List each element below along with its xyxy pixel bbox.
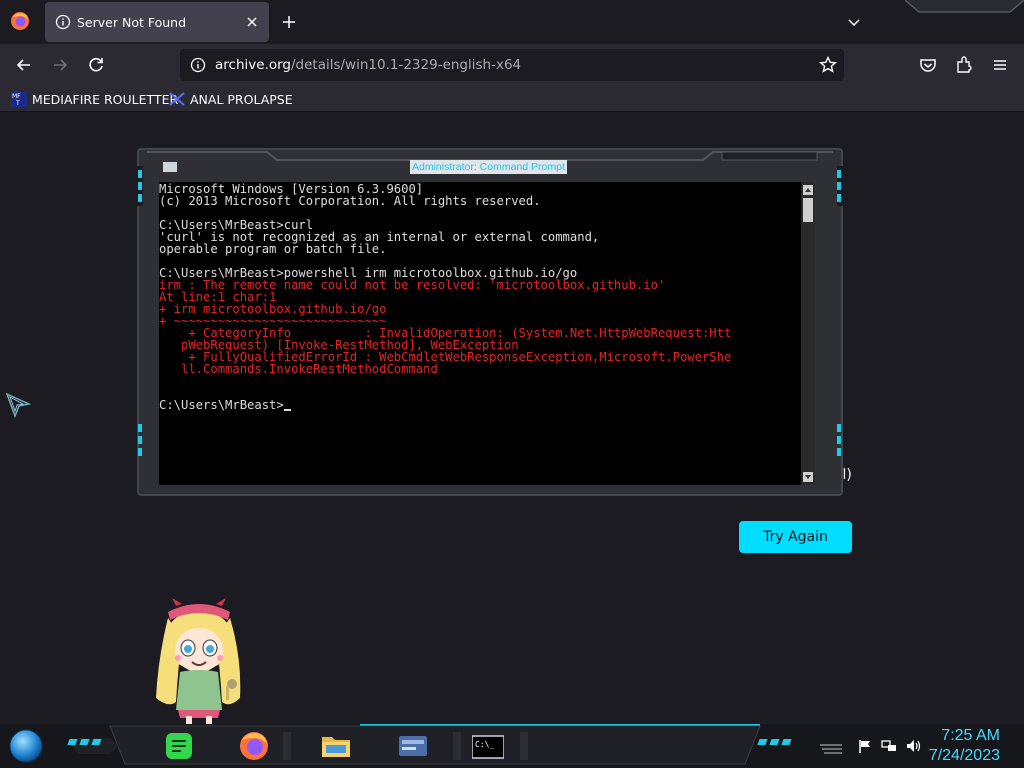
bookmark-label: ANAL PROLAPSE	[190, 91, 293, 107]
chevron-down-icon[interactable]	[845, 13, 863, 31]
clock-time: 7:25 AM	[941, 727, 1000, 744]
text-cursor	[283, 409, 291, 411]
control-panel-icon[interactable]	[397, 730, 429, 762]
firefox-icon[interactable]	[238, 730, 270, 762]
site-info-icon[interactable]	[190, 57, 206, 73]
notes-app-icon[interactable]	[163, 730, 195, 762]
scroll-down-arrow-icon[interactable]	[803, 472, 813, 482]
mediafire-icon: MF T	[11, 91, 27, 107]
svg-text:MF: MF	[12, 93, 21, 100]
url-host: archive.org	[215, 57, 291, 73]
scroll-up-arrow-icon[interactable]	[803, 185, 813, 195]
file-explorer-icon[interactable]	[320, 730, 352, 762]
console-prompt: C:\Users\MrBeast>	[159, 398, 284, 412]
titlebar-decoration	[905, 0, 1024, 13]
info-icon	[55, 14, 71, 30]
firefox-logo-icon[interactable]	[10, 11, 30, 31]
console-text: Microsoft Windows [Version 6.3.9600] (c) …	[159, 183, 731, 411]
tab-strip: Server Not Found	[0, 0, 1024, 44]
start-orb-icon[interactable]	[9, 729, 43, 763]
tab-title: Server Not Found	[77, 15, 187, 30]
close-icon[interactable]	[243, 13, 261, 31]
bookmark-second[interactable]: ANAL PROLAPSE	[169, 90, 293, 108]
bookmark-star-icon[interactable]	[818, 55, 838, 75]
navigation-toolbar: archive.org/details/win10.1-2329-english…	[0, 44, 1024, 86]
try-again-button[interactable]: Try Again	[739, 521, 852, 553]
svg-text:T: T	[15, 100, 20, 107]
flag-icon[interactable]	[857, 738, 873, 754]
new-tab-plus-icon[interactable]	[280, 13, 298, 31]
scrollbar-thumb[interactable]	[803, 198, 813, 222]
window-title: Administrator: Command Prompt	[410, 160, 567, 174]
console-output-area[interactable]: Microsoft Windows [Version 6.3.9600] (c) …	[159, 182, 815, 485]
clock-date: 7/24/2023	[928, 747, 1000, 764]
bookmark-mediafire-rouletter[interactable]: MF T MEDIAFIRE ROULETTER	[11, 90, 178, 108]
console-prompt-line[interactable]: C:\Users\MrBeast>	[159, 399, 731, 411]
cartoon-character-sticker	[156, 598, 241, 724]
console-line: ll.Commands.InvokeRestMethodCommand	[159, 362, 438, 376]
taskbar: C:\_ 7:25 AM 7/24/2023	[0, 724, 1024, 768]
mouse-cursor-icon	[5, 392, 31, 419]
reload-icon[interactable]	[85, 54, 107, 76]
console-line: operable program or batch file.	[159, 242, 387, 256]
bookmark-label: MEDIAFIRE ROULETTER	[32, 91, 179, 107]
hamburger-menu-icon[interactable]	[989, 54, 1011, 76]
network-icon[interactable]	[881, 738, 897, 754]
pocket-icon[interactable]	[917, 54, 939, 76]
tab-server-not-found[interactable]: Server Not Found	[45, 2, 269, 42]
bookmarks-toolbar: MF T MEDIAFIRE ROULETTER ANAL PROLAPSE	[0, 86, 1024, 112]
url-text[interactable]: archive.org/details/win10.1-2329-english…	[215, 57, 521, 73]
command-prompt-window[interactable]: Administrator: Command Prompt Microsoft …	[137, 148, 843, 496]
bookmark-logo-icon	[169, 92, 185, 106]
cmd-app-icon	[162, 161, 178, 173]
url-path: /details/win10.1-2329-english-x64	[290, 57, 522, 73]
vertical-scrollbar[interactable]	[801, 182, 815, 485]
extensions-puzzle-icon[interactable]	[953, 54, 975, 76]
url-bar[interactable]: archive.org/details/win10.1-2329-english…	[180, 49, 844, 81]
back-arrow-icon[interactable]	[13, 54, 35, 76]
svg-text:C:\_: C:\_	[475, 740, 494, 749]
forward-arrow-icon[interactable]	[49, 54, 71, 76]
system-clock[interactable]: 7:25 AM 7/24/2023	[910, 726, 1000, 766]
console-line: (c) 2013 Microsoft Corporation. All righ…	[159, 194, 541, 208]
command-prompt-icon[interactable]: C:\_	[472, 730, 504, 762]
